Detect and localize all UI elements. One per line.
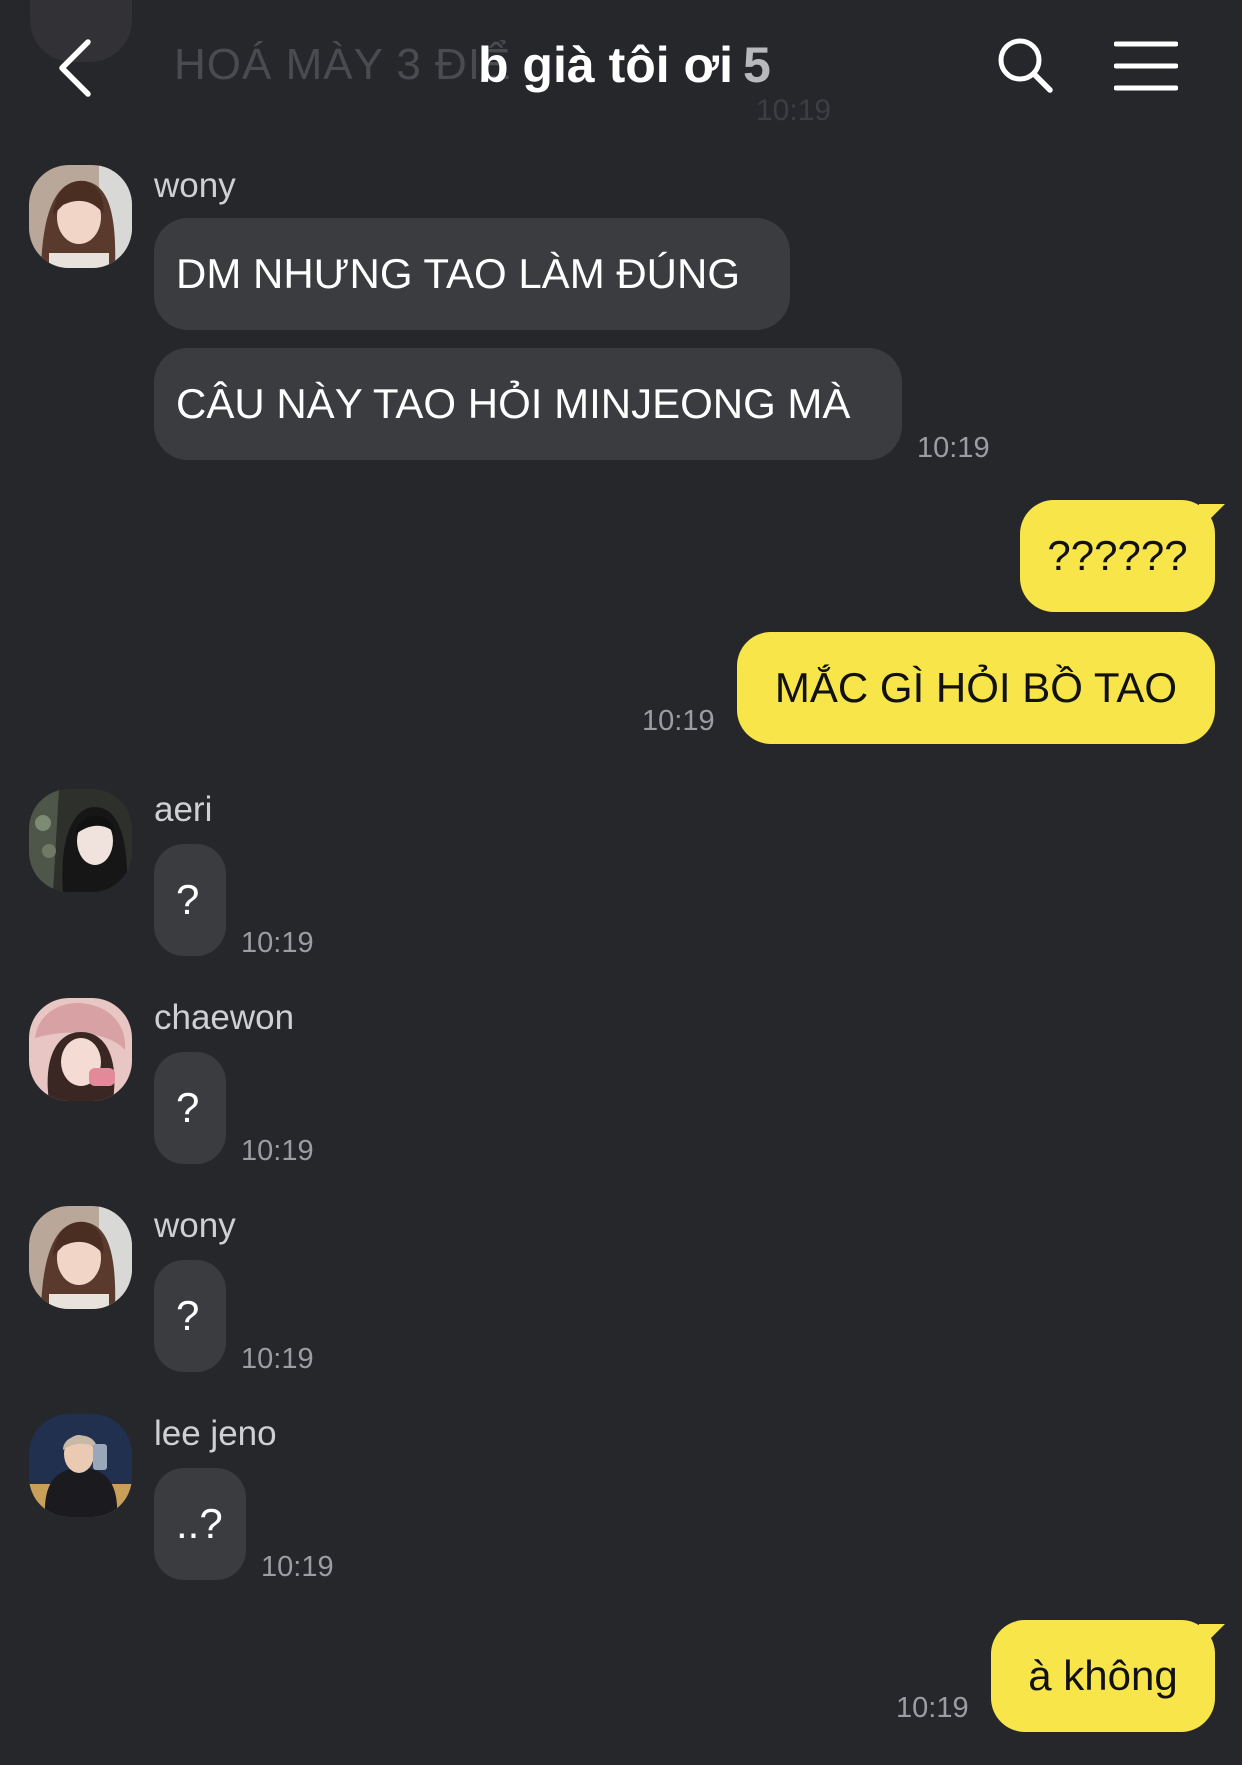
chevron-left-icon: [59, 39, 91, 97]
sender-name: wony: [154, 166, 236, 205]
menu-button[interactable]: [1113, 40, 1179, 92]
message-bubble-outgoing[interactable]: à không: [991, 1620, 1215, 1732]
search-button[interactable]: [996, 36, 1054, 94]
avatar-wony[interactable]: [29, 165, 132, 268]
avatar-aeri[interactable]: [29, 789, 132, 892]
message-bubble[interactable]: DM NHƯNG TAO LÀM ĐÚNG: [154, 218, 790, 330]
chat-title: b già tôi ơi 5: [478, 36, 771, 94]
chat-title-text: b già tôi ơi: [478, 37, 733, 93]
message-time: 10:19: [241, 1343, 314, 1375]
profile-photo-icon: [29, 1414, 132, 1517]
avatar-lee-jeno[interactable]: [29, 1414, 132, 1517]
hamburger-menu-icon: [1113, 41, 1179, 91]
profile-photo-icon: [29, 789, 132, 892]
message-time: 10:19: [917, 432, 990, 464]
message-bubble[interactable]: ?: [154, 1052, 226, 1164]
message-bubble-outgoing[interactable]: ??????: [1020, 500, 1215, 612]
avatar-wony[interactable]: [29, 1206, 132, 1309]
profile-photo-icon: [29, 1206, 132, 1309]
message-time: 10:19: [241, 1135, 314, 1167]
sender-name: aeri: [154, 790, 213, 829]
sender-name: wony: [154, 1206, 236, 1245]
back-button[interactable]: [50, 32, 110, 102]
message-time: 10:19: [642, 705, 715, 737]
sender-name: chaewon: [154, 998, 295, 1037]
message-bubble[interactable]: ?: [154, 844, 226, 956]
chat-header: b già tôi ơi 5: [0, 0, 1242, 130]
member-count: 5: [742, 37, 771, 93]
profile-photo-icon: [29, 165, 132, 268]
message-bubble[interactable]: ..?: [154, 1468, 246, 1580]
message-time: 10:19: [241, 927, 314, 959]
search-icon: [998, 38, 1053, 93]
message-bubble[interactable]: ?: [154, 1260, 226, 1372]
message-time: 10:19: [896, 1692, 969, 1724]
profile-photo-icon: [29, 998, 132, 1101]
message-bubble[interactable]: CÂU NÀY TAO HỎI MINJEONG MÀ: [154, 348, 902, 460]
sender-name: lee jeno: [154, 1414, 277, 1453]
message-time: 10:19: [261, 1551, 334, 1583]
avatar-chaewon[interactable]: [29, 998, 132, 1101]
message-bubble-outgoing[interactable]: MẮC GÌ HỎI BỒ TAO: [737, 632, 1215, 744]
